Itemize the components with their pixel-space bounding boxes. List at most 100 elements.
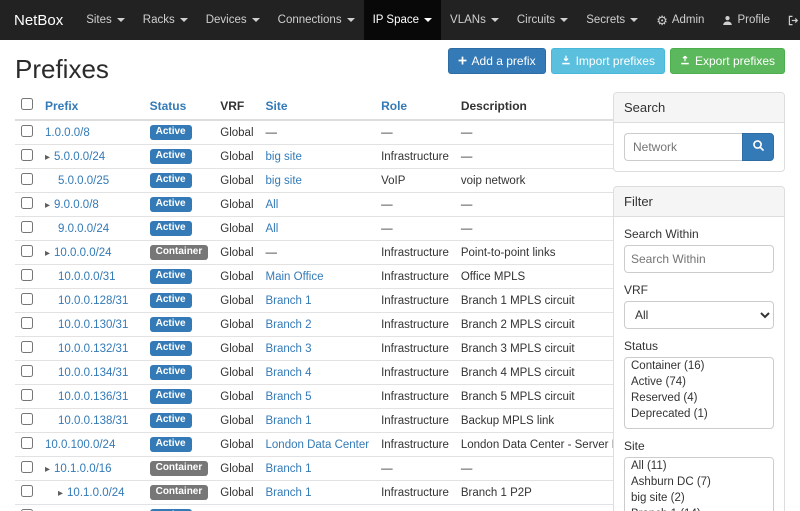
nav-item-secrets[interactable]: Secrets (577, 0, 647, 40)
status-filter-listbox[interactable]: Container (16)Active (74)Reserved (4)Dep… (624, 357, 774, 429)
prefix-link[interactable]: 10.0.100.0/24 (45, 439, 115, 451)
expand-toggle-icon[interactable]: ▸ (45, 464, 50, 475)
site-link[interactable]: All (266, 223, 279, 235)
prefix-link[interactable]: 10.0.0.0/24 (54, 247, 112, 259)
search-button[interactable] (742, 133, 774, 161)
nav-item-vlans[interactable]: VLANs (441, 0, 508, 40)
nav-item-racks[interactable]: Racks (134, 0, 197, 40)
prefix-link[interactable]: 10.1.0.0/16 (54, 463, 112, 475)
status-cell: Container (144, 457, 215, 481)
site-link[interactable]: big site (266, 175, 302, 187)
brand-logo[interactable]: NetBox (0, 0, 77, 40)
prefix-cell: ▸ 10.1.0.0/24 (39, 481, 144, 505)
prefix-link[interactable]: 10.0.0.132/31 (58, 343, 128, 355)
filter-option[interactable]: All (11) (625, 458, 773, 474)
site-filter-listbox[interactable]: All (11)Ashburn DC (7)big site (2)Branch… (624, 457, 774, 511)
prefix-link[interactable]: 10.1.0.0/24 (67, 487, 125, 499)
row-checkbox[interactable] (21, 485, 33, 497)
expand-toggle-icon[interactable]: ▸ (45, 152, 50, 163)
prefix-cell: 10.0.0.138/31 (39, 409, 144, 433)
row-checkbox[interactable] (21, 437, 33, 449)
row-checkbox[interactable] (21, 341, 33, 353)
logout-menu-item[interactable]: Log out (779, 0, 800, 40)
row-checkbox[interactable] (21, 221, 33, 233)
row-checkbox[interactable] (21, 125, 33, 137)
expand-toggle-icon[interactable]: ▸ (45, 248, 50, 259)
select-all-checkbox[interactable] (21, 98, 33, 110)
site-link[interactable]: Branch 1 (266, 463, 312, 475)
vrf-cell: Global (214, 241, 259, 265)
site-cell: Branch 5 (260, 385, 376, 409)
column-header-prefix[interactable]: Prefix (39, 92, 144, 120)
prefix-cell: 9.0.0.0/24 (39, 217, 144, 241)
prefix-link[interactable]: 10.0.0.130/31 (58, 319, 128, 331)
status-cell: Container (144, 481, 215, 505)
row-checkbox[interactable] (21, 317, 33, 329)
import-prefixes-button[interactable]: Import prefixes (551, 48, 665, 74)
site-link[interactable]: London Data Center (266, 439, 370, 451)
filter-option[interactable]: Deprecated (1) (625, 406, 773, 422)
prefix-link[interactable]: 10.0.0.128/31 (58, 295, 128, 307)
column-header-site[interactable]: Site (260, 92, 376, 120)
search-input[interactable] (624, 133, 742, 161)
prefix-table-header-row: PrefixStatusVRFSiteRoleDescription (15, 92, 660, 120)
search-within-input[interactable] (624, 245, 774, 273)
prefix-link[interactable]: 5.0.0.0/25 (58, 175, 109, 187)
nav-item-sites[interactable]: Sites (77, 0, 134, 40)
caret-down-icon (252, 18, 260, 22)
row-checkbox[interactable] (21, 365, 33, 377)
filter-option[interactable]: big site (2) (625, 490, 773, 506)
filter-option[interactable]: Ashburn DC (7) (625, 474, 773, 490)
prefix-link[interactable]: 10.0.0.134/31 (58, 367, 128, 379)
row-checkbox[interactable] (21, 389, 33, 401)
nav-item-ip-space[interactable]: IP Space (364, 0, 441, 40)
site-link[interactable]: Branch 5 (266, 391, 312, 403)
row-checkbox[interactable] (21, 293, 33, 305)
filter-option[interactable]: Container (16) (625, 358, 773, 374)
add-prefix-button[interactable]: Add a prefix (448, 48, 546, 74)
row-checkbox[interactable] (21, 413, 33, 425)
filter-option[interactable]: Reserved (4) (625, 390, 773, 406)
site-link[interactable]: All (266, 199, 279, 211)
nav-item-connections[interactable]: Connections (269, 0, 364, 40)
row-checkbox[interactable] (21, 461, 33, 473)
site-link[interactable]: Main Office (266, 271, 324, 283)
row-checkbox[interactable] (21, 197, 33, 209)
profile-menu-item[interactable]: Profile (713, 0, 779, 40)
prefix-link[interactable]: 1.0.0.0/8 (45, 127, 90, 139)
status-cell: Active (144, 385, 215, 409)
prefix-link[interactable]: 9.0.0.0/24 (58, 223, 109, 235)
prefix-cell: 5.0.0.0/25 (39, 169, 144, 193)
admin-menu-item[interactable]: ⚙ Admin (647, 0, 713, 40)
row-checkbox[interactable] (21, 173, 33, 185)
prefix-link[interactable]: 10.0.0.138/31 (58, 415, 128, 427)
site-link[interactable]: big site (266, 151, 302, 163)
expand-toggle-icon[interactable]: ▸ (45, 200, 50, 211)
export-icon (680, 54, 690, 68)
filter-option[interactable]: Branch 1 (14) (625, 506, 773, 511)
site-link[interactable]: Branch 1 (266, 295, 312, 307)
row-checkbox[interactable] (21, 149, 33, 161)
column-header-role[interactable]: Role (375, 92, 455, 120)
row-checkbox[interactable] (21, 269, 33, 281)
vrf-filter-select[interactable]: All (624, 301, 774, 329)
export-prefixes-button[interactable]: Export prefixes (670, 48, 785, 74)
column-header-status[interactable]: Status (144, 92, 215, 120)
expand-toggle-icon[interactable]: ▸ (58, 488, 63, 499)
nav-item-circuits[interactable]: Circuits (508, 0, 577, 40)
row-checkbox[interactable] (21, 245, 33, 257)
site-link[interactable]: Branch 3 (266, 343, 312, 355)
prefix-link[interactable]: 5.0.0.0/24 (54, 151, 105, 163)
prefix-link[interactable]: 10.0.0.0/31 (58, 271, 116, 283)
filter-option[interactable]: Active (74) (625, 374, 773, 390)
site-link[interactable]: Branch 1 (266, 487, 312, 499)
site-link[interactable]: Branch 2 (266, 319, 312, 331)
prefix-cell: 10.0.0.132/31 (39, 337, 144, 361)
prefix-link[interactable]: 9.0.0.0/8 (54, 199, 99, 211)
prefix-link[interactable]: 10.0.0.136/31 (58, 391, 128, 403)
site-link[interactable]: Branch 1 (266, 415, 312, 427)
prefix-cell: 10.0.0.136/31 (39, 385, 144, 409)
vrf-cell: Global (214, 169, 259, 193)
nav-item-devices[interactable]: Devices (197, 0, 269, 40)
site-link[interactable]: Branch 4 (266, 367, 312, 379)
